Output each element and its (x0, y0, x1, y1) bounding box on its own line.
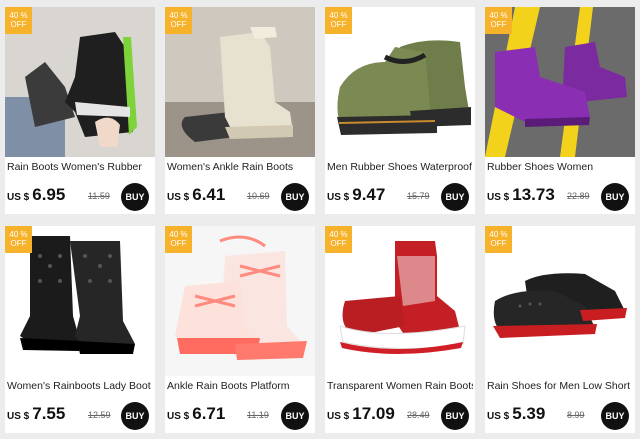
buy-button[interactable]: BUY (281, 183, 309, 211)
product-title[interactable]: Men Rubber Shoes Waterproof (327, 161, 473, 173)
discount-badge: 40 % OFF (5, 226, 32, 253)
discount-percent: 40 % (169, 11, 188, 20)
original-price: 15.79 (407, 191, 430, 201)
product-price: US $13.73 (487, 185, 555, 205)
original-price: 11.19 (247, 410, 269, 420)
original-price: 28.49 (407, 410, 430, 420)
discount-badge: 40 % OFF (485, 226, 512, 253)
product-title[interactable]: Women's Rainboots Lady Boot (7, 380, 153, 392)
discount-badge: 40 % OFF (165, 7, 192, 34)
currency-label: US $ (7, 192, 30, 203)
product-title[interactable]: Rain Boots Women's Rubber (7, 161, 153, 173)
discount-off-label: OFF (490, 20, 507, 29)
buy-button[interactable]: BUY (121, 183, 149, 211)
discount-percent: 40 % (9, 230, 28, 239)
product-card[interactable]: 40 % OFF Rain Shoes for Men Low Short US… (485, 226, 635, 433)
original-price: 10.69 (247, 191, 270, 201)
buy-button[interactable]: BUY (441, 402, 469, 430)
currency-label: US $ (327, 192, 350, 203)
product-card[interactable]: 40 % OFF Women's Rainboots Lady Boot US … (5, 226, 155, 433)
product-price: US $17.09 (327, 404, 395, 424)
discount-off-label: OFF (170, 20, 187, 29)
discount-off-label: OFF (10, 239, 27, 248)
discount-off-label: OFF (330, 239, 347, 248)
currency-label: US $ (487, 192, 510, 203)
discount-percent: 40 % (489, 11, 508, 20)
discount-percent: 40 % (489, 230, 508, 239)
original-price: 12.59 (88, 410, 111, 420)
discount-badge: 40 % OFF (165, 226, 192, 253)
buy-button[interactable]: BUY (121, 402, 149, 430)
price-value: 6.41 (192, 185, 226, 204)
price-value: 6.95 (32, 185, 66, 204)
currency-label: US $ (327, 411, 350, 422)
original-price: 22.89 (567, 191, 590, 201)
currency-label: US $ (487, 411, 510, 422)
product-price: US $5.39 (487, 404, 545, 424)
discount-off-label: OFF (490, 239, 507, 248)
discount-percent: 40 % (9, 11, 28, 20)
product-price: US $7.55 (7, 404, 65, 424)
original-price: 11.59 (88, 191, 110, 201)
product-price: US $9.47 (327, 185, 385, 205)
discount-badge: 40 % OFF (485, 7, 512, 34)
buy-button[interactable]: BUY (601, 183, 629, 211)
product-card[interactable]: 40 % OFF Rain Boots Women's Rubber US $6… (5, 7, 155, 214)
product-card[interactable]: 40 % OFF Ankle Rain Boots Platform US $6… (165, 226, 315, 433)
discount-percent: 40 % (329, 230, 348, 239)
price-value: 5.39 (512, 404, 546, 423)
discount-percent: 40 % (329, 11, 348, 20)
currency-label: US $ (167, 411, 190, 422)
original-price: 8.99 (567, 410, 585, 420)
product-title[interactable]: Rubber Shoes Women (487, 161, 633, 173)
buy-button[interactable]: BUY (441, 183, 469, 211)
product-price: US $6.41 (167, 185, 225, 205)
product-card[interactable]: 40 % OFF Women's Ankle Rain Boots US $6.… (165, 7, 315, 214)
product-title[interactable]: Ankle Rain Boots Platform (167, 380, 313, 392)
product-title[interactable]: Transparent Women Rain Boots (327, 380, 473, 392)
discount-badge: 40 % OFF (325, 226, 352, 253)
price-value: 13.73 (512, 185, 555, 204)
price-value: 7.55 (32, 404, 66, 423)
price-value: 17.09 (352, 404, 395, 423)
product-price: US $6.95 (7, 185, 65, 205)
discount-off-label: OFF (330, 20, 347, 29)
product-title[interactable]: Women's Ankle Rain Boots (167, 161, 313, 173)
discount-badge: 40 % OFF (5, 7, 32, 34)
discount-off-label: OFF (10, 20, 27, 29)
discount-off-label: OFF (170, 239, 187, 248)
price-value: 6.71 (192, 404, 226, 423)
buy-button[interactable]: BUY (601, 402, 629, 430)
product-card[interactable]: 40 % OFF Rubber Shoes Women US $13.73 22… (485, 7, 635, 214)
currency-label: US $ (167, 192, 190, 203)
discount-badge: 40 % OFF (325, 7, 352, 34)
product-title[interactable]: Rain Shoes for Men Low Short (487, 380, 633, 392)
product-card[interactable]: 40 % OFF Men Rubber Shoes Waterproof US … (325, 7, 475, 214)
price-value: 9.47 (352, 185, 386, 204)
product-card[interactable]: 40 % OFF Transparent Women Rain Boots US… (325, 226, 475, 433)
buy-button[interactable]: BUY (281, 402, 309, 430)
currency-label: US $ (7, 411, 30, 422)
discount-percent: 40 % (169, 230, 188, 239)
product-price: US $6.71 (167, 404, 225, 424)
